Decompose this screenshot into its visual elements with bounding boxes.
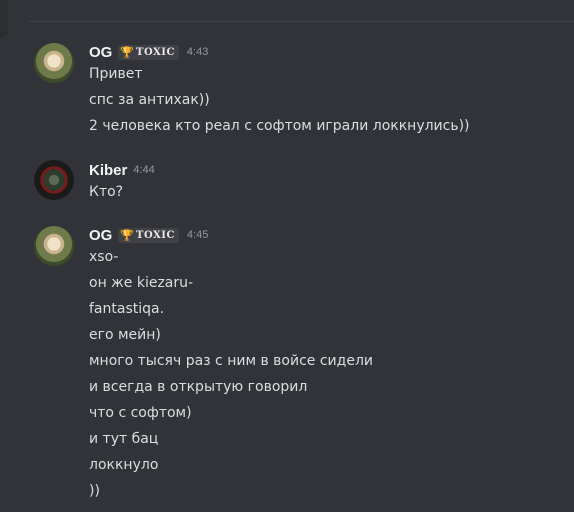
trophy-icon: 🏆 <box>120 228 135 242</box>
sidebar-edge <box>0 0 8 38</box>
avatar[interactable] <box>34 160 74 200</box>
message-header: OG 🏆 TOXIC 4:43 <box>89 43 208 61</box>
message-line: что с софтом) <box>89 405 192 421</box>
message-line: его мейн) <box>89 327 161 343</box>
message-line: Кто? <box>89 184 124 200</box>
message-line: много тысяч раз с ним в войсе сидели <box>89 353 373 369</box>
message-header: OG 🏆 TOXIC 4:45 <box>89 226 208 244</box>
chat-view: OG 🏆 TOXIC 4:43 Привет спс за антихак)) … <box>0 0 574 512</box>
message-line: и тут бац <box>89 431 159 447</box>
message-line: fantastiqa. <box>89 301 165 317</box>
timestamp[interactable]: 4:44 <box>133 164 154 176</box>
message-header: Kiber 4:44 <box>89 161 155 179</box>
username[interactable]: OG <box>89 227 112 244</box>
tag-label: TOXIC <box>136 46 175 58</box>
trophy-icon: 🏆 <box>120 45 135 59</box>
message-line: локкнуло <box>89 457 159 473</box>
message-line: )) <box>89 483 100 499</box>
message-line: и всегда в открытую говорил <box>89 379 308 395</box>
timestamp[interactable]: 4:45 <box>187 229 208 241</box>
avatar[interactable] <box>34 226 74 266</box>
message-line: 2 человека кто реал с софтом играли локк… <box>89 118 470 134</box>
user-tag[interactable]: 🏆 TOXIC <box>118 44 179 60</box>
avatar[interactable] <box>34 43 74 83</box>
user-tag[interactable]: 🏆 TOXIC <box>118 227 179 243</box>
message-line: Привет <box>89 66 143 82</box>
username[interactable]: Kiber <box>89 162 127 179</box>
top-divider <box>29 21 574 22</box>
tag-label: TOXIC <box>136 229 175 241</box>
username[interactable]: OG <box>89 44 112 61</box>
message-line: xso- <box>89 249 119 265</box>
message-line: он же kiezaru- <box>89 275 194 291</box>
message-line: спс за антихак)) <box>89 92 210 108</box>
timestamp[interactable]: 4:43 <box>187 46 208 58</box>
